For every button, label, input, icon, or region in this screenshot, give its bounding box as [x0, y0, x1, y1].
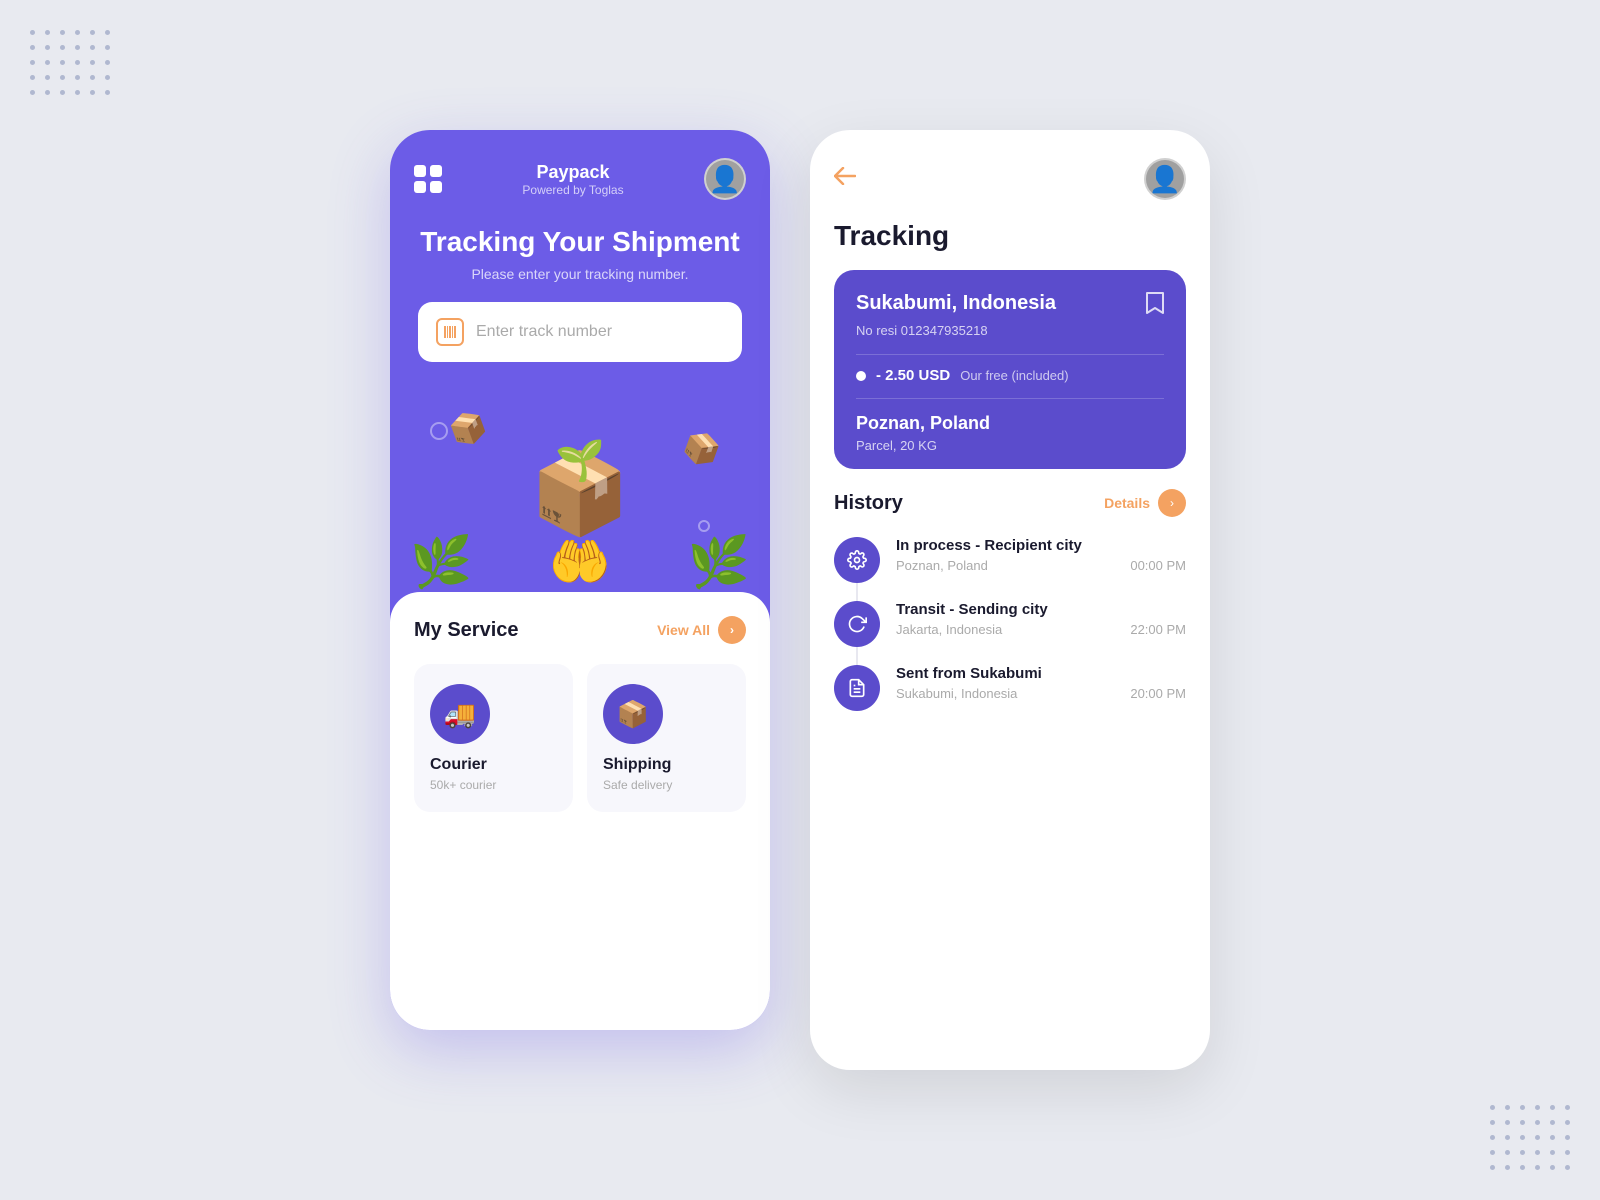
back-button[interactable] [834, 167, 856, 191]
timeline-event-3: Sent from Sukabumi [896, 665, 1186, 682]
timeline-location-2: Jakarta, Indonesia [896, 622, 1002, 637]
right-avatar-image: 👤 [1149, 166, 1181, 192]
grid-icon[interactable] [414, 165, 442, 193]
hero-section: Tracking Your Shipment Please enter your… [390, 216, 770, 362]
price-amount: - 2.50 USD [876, 367, 950, 384]
dots-decoration-tl [30, 30, 110, 95]
timeline-time-3: 20:00 PM [1130, 686, 1186, 701]
price-dot [856, 371, 866, 381]
main-illustration: 🌱 📦 🤲 [530, 417, 630, 592]
plant-icon: 🌱 [555, 437, 605, 484]
app-title-block: Paypack Powered by Toglas [522, 162, 623, 197]
service-header: My Service View All › [414, 616, 746, 644]
timeline-icon-3 [834, 665, 880, 711]
timeline-item-1: In process - Recipient city Poznan, Pola… [834, 537, 1186, 601]
divider-1 [856, 354, 1164, 355]
timeline-icon-2 [834, 601, 880, 647]
timeline-event-2: Transit - Sending city [896, 601, 1186, 618]
service-grid: 🚚 Courier 50k+ courier 📦 Shipping Safe d… [414, 664, 746, 812]
view-all-label: View All [657, 622, 710, 638]
search-placeholder-text: Enter track number [476, 323, 612, 341]
courier-desc: 50k+ courier [430, 778, 557, 792]
hand-icon: 🤲 [530, 533, 630, 592]
timeline-location-3: Sukabumi, Indonesia [896, 686, 1017, 701]
leaf-left: 🌿 [410, 533, 472, 592]
main-container: Paypack Powered by Toglas 👤 Tracking You… [350, 90, 1250, 1110]
tracking-card-top: Sukabumi, Indonesia [856, 292, 1164, 319]
circle-deco-1 [430, 422, 448, 440]
app-name: Paypack [522, 162, 623, 183]
right-phone: 👤 Tracking Sukabumi, Indonesia No resi 0… [810, 130, 1210, 1070]
timeline-location-1: Poznan, Poland [896, 558, 988, 573]
bookmark-icon[interactable] [1146, 292, 1164, 319]
timeline-item-3: Sent from Sukabumi Sukabumi, Indonesia 2… [834, 665, 1186, 729]
timeline-item-2: Transit - Sending city Jakarta, Indonesi… [834, 601, 1186, 665]
tracking-resi: No resi 012347935218 [856, 323, 1164, 338]
illustration-area: 🌿 🌿 📦 📦 🌱 📦 🤲 [390, 372, 770, 592]
circle-deco-2 [698, 520, 710, 532]
timeline-content-1: In process - Recipient city Poznan, Pola… [896, 537, 1186, 601]
my-service-title: My Service [414, 619, 519, 642]
hero-title: Tracking Your Shipment [414, 226, 746, 258]
dest-detail: Parcel, 20 KG [856, 438, 1164, 453]
shipping-service-card[interactable]: 📦 Shipping Safe delivery [587, 664, 746, 812]
timeline-time-2: 22:00 PM [1130, 622, 1186, 637]
history-title: History [834, 492, 903, 515]
view-all-arrow-icon: › [718, 616, 746, 644]
avatar-image: 👤 [709, 166, 741, 192]
divider-2 [856, 398, 1164, 399]
details-row: Details › [1104, 489, 1186, 517]
services-section: My Service View All › 🚚 Courier 50k+ cou… [390, 592, 770, 1030]
right-avatar[interactable]: 👤 [1144, 158, 1186, 200]
dest-city: Poznan, Poland [856, 413, 1164, 434]
dots-decoration-br [1490, 1105, 1570, 1170]
price-label: Our free (included) [960, 368, 1068, 383]
app-powered-by: Powered by Toglas [522, 183, 623, 197]
timeline-content-3: Sent from Sukabumi Sukabumi, Indonesia 2… [896, 665, 1186, 729]
hero-subtitle: Please enter your tracking number. [414, 266, 746, 282]
details-arrow-icon[interactable]: › [1158, 489, 1186, 517]
shipping-desc: Safe delivery [603, 778, 730, 792]
timeline-content-2: Transit - Sending city Jakarta, Indonesi… [896, 601, 1186, 665]
tracking-card: Sukabumi, Indonesia No resi 012347935218… [834, 270, 1186, 469]
right-phone-header: 👤 [834, 158, 1186, 200]
timeline-icon-1 [834, 537, 880, 583]
history-header: History Details › [834, 489, 1186, 517]
price-row: - 2.50 USD Our free (included) [856, 367, 1164, 384]
courier-service-card[interactable]: 🚚 Courier 50k+ courier [414, 664, 573, 812]
avatar[interactable]: 👤 [704, 158, 746, 200]
left-phone: Paypack Powered by Toglas 👤 Tracking You… [390, 130, 770, 1030]
view-all-button[interactable]: View All › [657, 616, 746, 644]
timeline-detail-row-3: Sukabumi, Indonesia 20:00 PM [896, 686, 1186, 701]
package-deco-left: 📦 [445, 407, 492, 453]
courier-icon: 🚚 [430, 684, 490, 744]
courier-name: Courier [430, 756, 557, 774]
package-deco-right: 📦 [678, 427, 725, 473]
leaf-right: 🌿 [688, 533, 750, 592]
details-label[interactable]: Details [1104, 495, 1150, 511]
timeline-detail-row-2: Jakarta, Indonesia 22:00 PM [896, 622, 1186, 637]
shipping-icon: 📦 [603, 684, 663, 744]
left-phone-header: Paypack Powered by Toglas 👤 [390, 130, 770, 216]
shipping-name: Shipping [603, 756, 730, 774]
timeline: In process - Recipient city Poznan, Pola… [834, 537, 1186, 729]
tracking-search-bar[interactable]: Enter track number [418, 302, 742, 362]
origin-city: Sukabumi, Indonesia [856, 292, 1056, 315]
timeline-time-1: 00:00 PM [1130, 558, 1186, 573]
barcode-icon [436, 318, 464, 346]
timeline-event-1: In process - Recipient city [896, 537, 1186, 554]
timeline-detail-row-1: Poznan, Poland 00:00 PM [896, 558, 1186, 573]
page-title: Tracking [834, 220, 1186, 252]
